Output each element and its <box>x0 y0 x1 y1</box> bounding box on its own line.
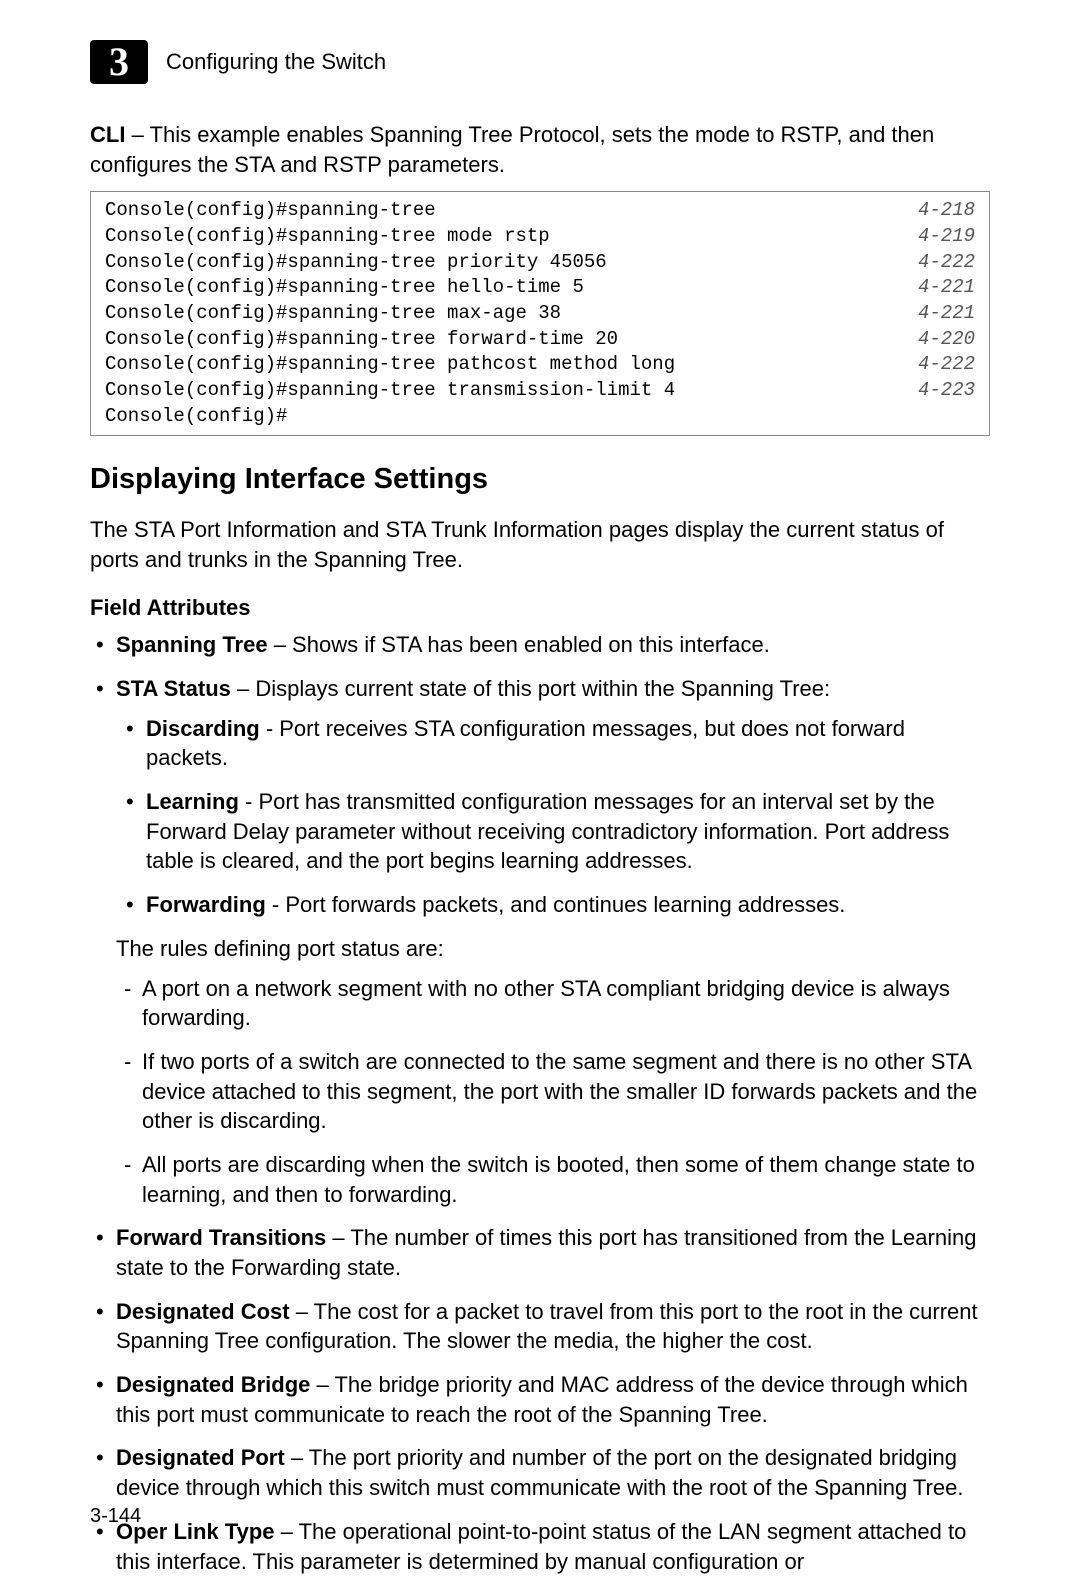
code-line: Console(config)#spanning-tree forward-ti… <box>105 327 975 353</box>
attr-label: Designated Cost <box>116 1299 290 1324</box>
rule-item: A port on a network segment with no othe… <box>122 974 990 1033</box>
sta-status-sublist: Discarding - Port receives STA configura… <box>116 714 990 920</box>
rules-intro-text: The rules defining port status are: <box>116 934 990 964</box>
chapter-title-text: Configuring the Switch <box>166 47 386 77</box>
sub-discarding: Discarding - Port receives STA configura… <box>122 714 990 773</box>
attr-text: – Displays current state of this port wi… <box>231 676 830 701</box>
attr-label: Forward Transitions <box>116 1225 326 1250</box>
cli-intro-paragraph: CLI – This example enables Spanning Tree… <box>90 120 990 179</box>
attr-oper-link-type: Oper Link Type – The operational point-t… <box>92 1517 990 1576</box>
code-line: Console(config)# <box>105 404 975 430</box>
code-line: Console(config)#spanning-tree max-age 38… <box>105 301 975 327</box>
code-line: Console(config)#spanning-tree transmissi… <box>105 378 975 404</box>
attr-designated-cost: Designated Cost – The cost for a packet … <box>92 1297 990 1356</box>
section-intro-paragraph: The STA Port Information and STA Trunk I… <box>90 515 990 574</box>
attr-designated-bridge: Designated Bridge – The bridge priority … <box>92 1370 990 1429</box>
attr-label: Spanning Tree <box>116 632 268 657</box>
cli-code-block: Console(config)#spanning-tree4-218 Conso… <box>90 191 990 436</box>
attr-spanning-tree: Spanning Tree – Shows if STA has been en… <box>92 630 990 660</box>
attr-forward-transitions: Forward Transitions – The number of time… <box>92 1223 990 1282</box>
field-attributes-heading: Field Attributes <box>90 593 990 623</box>
rules-list: A port on a network segment with no othe… <box>116 974 990 1210</box>
chapter-number-badge: 3 <box>90 40 148 84</box>
code-line: Console(config)#spanning-tree pathcost m… <box>105 352 975 378</box>
attr-label: Designated Bridge <box>116 1372 310 1397</box>
code-line: Console(config)#spanning-tree priority 4… <box>105 250 975 276</box>
code-line: Console(config)#spanning-tree mode rstp4… <box>105 224 975 250</box>
attr-sta-status: STA Status – Displays current state of t… <box>92 674 990 1209</box>
field-attributes-list: Spanning Tree – Shows if STA has been en… <box>90 630 990 1576</box>
attr-designated-port: Designated Port – The port priority and … <box>92 1443 990 1502</box>
section-heading: Displaying Interface Settings <box>90 460 990 499</box>
attr-label: Designated Port <box>116 1445 285 1470</box>
attr-label: STA Status <box>116 676 231 701</box>
cli-label: CLI <box>90 122 125 147</box>
attr-text: – Shows if STA has been enabled on this … <box>268 632 770 657</box>
code-line: Console(config)#spanning-tree4-218 <box>105 198 975 224</box>
sub-forwarding: Forwarding - Port forwards packets, and … <box>122 890 990 920</box>
code-line: Console(config)#spanning-tree hello-time… <box>105 275 975 301</box>
rule-item: If two ports of a switch are connected t… <box>122 1047 990 1136</box>
cli-intro-text: – This example enables Spanning Tree Pro… <box>90 122 934 177</box>
page-header: 3 Configuring the Switch <box>90 40 990 84</box>
sub-learning: Learning - Port has transmitted configur… <box>122 787 990 876</box>
rule-item: All ports are discarding when the switch… <box>122 1150 990 1209</box>
page-number: 3-144 <box>90 1503 141 1530</box>
